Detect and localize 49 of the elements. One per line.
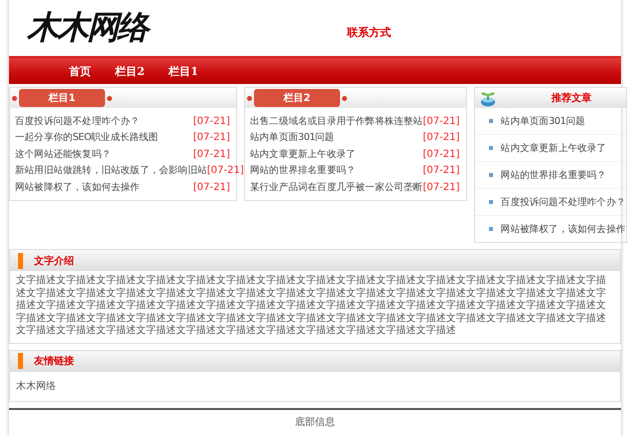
column-title[interactable]: 栏目1 (19, 89, 105, 107)
description-text: 文字描述文字描述文字描述文字描述文字描述文字描述文字描述文字描述文字描述文字描述文字描述文字描述文字描述文字描述文字描述文字描述文字描述文字描述文字描述文字描述文字描述文字描述文字描述文字描述文字描述文字描述文字描述文字描述文字描述文字描述文字描述文字描述文字描述文字描述文字描述文字描述文字描述文字描述文字描述文字描述文字描述文字描述文字描述文字描述文字描述文字描述文字描述文字描述文字描述文字描述文字描述文字描述文字描述文字描述文字描述文字描述文字描述文字描述文字描述文字描述文字描述文字描述文字描述文字描述文字描述文字描述文字描述文字描述文字描述文字描述 (16, 275, 607, 338)
nav-link[interactable]: 首页 (69, 64, 91, 78)
section-title: 文字介绍 (34, 254, 74, 268)
friend-link[interactable]: 木木网络 (16, 376, 56, 396)
article-date: [07-21] (422, 148, 460, 160)
article-link[interactable]: 这个网站还能恢复吗？ (15, 148, 112, 161)
article-date: [07-21] (422, 165, 460, 176)
article-link[interactable]: 站内单页面301问题 (250, 131, 334, 144)
contact-link[interactable]: 联系方式 (347, 24, 391, 40)
bullet-icon (488, 200, 493, 204)
article-date: [07-21] (207, 165, 244, 176)
article-date: [07-21] (422, 116, 460, 127)
article-date: [07-21] (193, 182, 230, 193)
nav-link[interactable]: 栏目2 (115, 64, 145, 78)
article-link[interactable]: 网站的世界排名重要吗？ (250, 164, 356, 178)
ornament-dot-icon (12, 96, 17, 100)
footer-text: 底部信息 (295, 416, 335, 428)
article-link[interactable]: 出售二级域名或目录用于作弊将株连整站 (250, 114, 423, 128)
article-date: [07-21] (193, 116, 230, 127)
article-link[interactable]: 网站被降权了，该如何去操作 (15, 180, 140, 194)
accent-bar-icon (18, 252, 23, 268)
ornament-dot-icon (342, 96, 347, 100)
article-date: [07-21] (422, 132, 460, 144)
article-link[interactable]: 站内单页面301问题 (500, 114, 585, 128)
article-link[interactable]: 站内文章更新上午收录了 (500, 142, 606, 154)
article-link[interactable]: 某行业产品词在百度几乎被一家公司垄断 (250, 180, 423, 194)
ornament-dot-icon (247, 96, 252, 100)
bullet-icon (488, 146, 493, 150)
article-date: [07-21] (422, 182, 460, 193)
logo[interactable]: 木木网络 (27, 6, 347, 50)
article-link[interactable]: 站内文章更新上午收录了 (250, 148, 356, 161)
article-link[interactable]: 一起分享你的SEO职业成长路线图 (15, 131, 158, 144)
article-link[interactable]: 百度投诉问题不处理咋个办？ (15, 114, 140, 128)
article-date: [07-21] (193, 132, 230, 144)
article-link[interactable]: 百度投诉问题不处理咋个办？ (500, 196, 626, 208)
column-title[interactable]: 栏目2 (254, 89, 340, 107)
panel-title: 推荐文章 (552, 91, 592, 105)
bullet-icon (488, 173, 493, 177)
article-link[interactable]: 网站被降权了，该如何去操作 (500, 222, 626, 236)
article-link[interactable]: 网站的世界排名重要吗？ (500, 168, 606, 182)
ornament-dot-icon (107, 96, 112, 100)
article-date: [07-21] (193, 148, 230, 160)
accent-bar-icon (18, 353, 23, 370)
bullet-icon (488, 227, 493, 231)
article-link[interactable]: 新站用旧站做跳转，旧站改版了，会影响旧站 (15, 164, 208, 178)
section-title: 友情链接 (34, 354, 74, 368)
nav-link[interactable]: 栏目1 (168, 64, 198, 78)
bullet-icon (488, 119, 493, 123)
